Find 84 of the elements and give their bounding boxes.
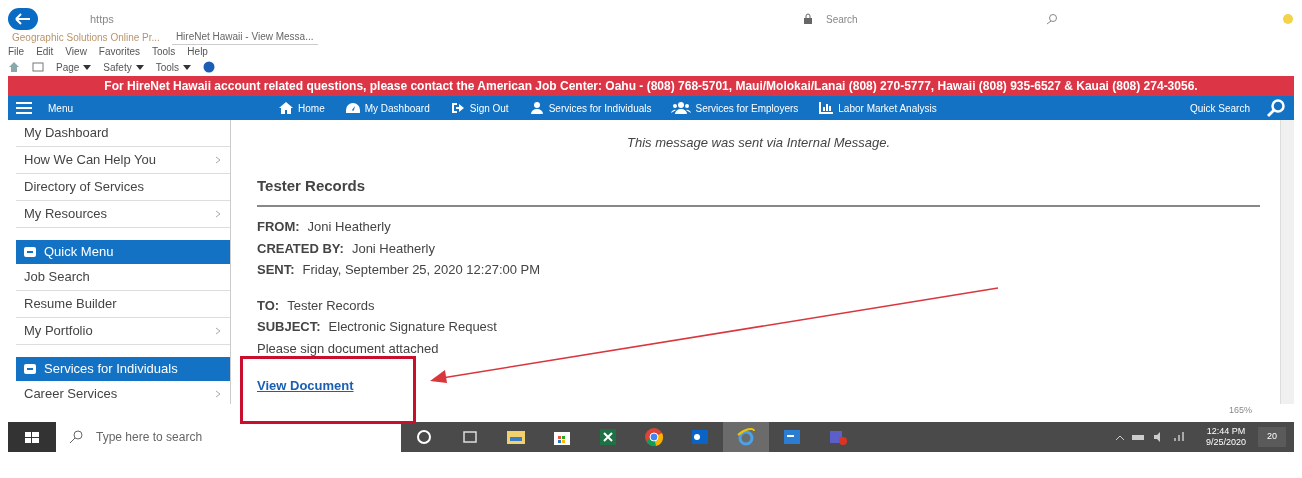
menu-item[interactable]: View (65, 43, 87, 59)
menu-item[interactable]: Edit (36, 43, 54, 59)
folder-icon (506, 429, 526, 445)
field-value: Joni Heatherly (351, 239, 435, 258)
search-field[interactable]: Search (826, 11, 926, 27)
toolbar-menu[interactable]: Page (56, 59, 92, 75)
back-arrow-icon (15, 13, 31, 25)
clock-date[interactable]: 9/25/2020 (1205, 437, 1246, 448)
field-label: FROM: (257, 218, 300, 236)
chevron-right-icon (214, 327, 222, 335)
home-icon (278, 100, 294, 116)
menu-item[interactable]: Favorites (98, 43, 140, 59)
field-label: SUBJECT: (257, 318, 321, 336)
field-value: Friday, September 25, 2020 12:27:00 PM (302, 261, 541, 279)
field-label: TO: (257, 296, 280, 315)
chevron-right-icon (214, 156, 222, 164)
section-title: Services for Individuals (44, 360, 178, 379)
nav-link[interactable]: Services for Individuals (528, 100, 652, 116)
menu-item[interactable]: Tools (152, 43, 176, 59)
nav-link[interactable]: Sign Out (449, 100, 509, 116)
field-label: CREATED BY: (257, 239, 344, 258)
nav-link[interactable]: Services for Employers (671, 100, 799, 116)
field-value: Tester Records (287, 296, 375, 315)
sidebar-item[interactable]: Job Search (16, 264, 230, 291)
windows-icon (24, 429, 40, 445)
back-button[interactable] (8, 8, 38, 30)
field-value: Electronic Signature Request (328, 318, 497, 336)
collapse-icon (24, 246, 36, 258)
sidebar-item[interactable]: Resume Builder (16, 291, 230, 318)
task-view-icon (462, 429, 478, 445)
quick-search-label: Quick Search (1189, 101, 1250, 116)
gauge-icon (344, 100, 361, 116)
search-icon (68, 429, 84, 445)
lock-icon (802, 13, 814, 25)
search-icon[interactable] (1046, 13, 1058, 25)
spreadsheet-icon (598, 427, 618, 447)
message-title: Tester Records (257, 174, 1260, 207)
search-icon[interactable] (1266, 98, 1286, 118)
sidebar-section-header[interactable]: Services for Individuals (16, 357, 230, 381)
browser-icon (644, 427, 664, 447)
menu-label[interactable]: Menu (48, 100, 73, 116)
message-note: This message was sent via Internal Message. (626, 134, 891, 152)
caret-down-icon (83, 63, 92, 71)
sign-out-icon (449, 100, 466, 116)
toolbar-menu[interactable]: Safety (103, 59, 144, 75)
scrollbar[interactable] (1280, 120, 1294, 404)
nav-link[interactable]: Labor Market Analysis (818, 100, 937, 116)
chevron-right-icon (214, 210, 222, 218)
banner-text: For HireNet Hawaii account related questions, please contact the American Job Center: Oahu - (808) 768-5701, Maui/Molokai/Lanai (808) 270-5777, Hawaii (808) 935-6527 & Kauai (808) 274-3056. (104, 79, 1198, 93)
menu-item[interactable]: Help (187, 43, 208, 59)
nav-link[interactable]: My Dashboard (344, 100, 430, 116)
menu-icon[interactable] (16, 102, 32, 114)
clock-time[interactable]: 12:44 PM (1206, 426, 1246, 437)
sidebar-section-header[interactable]: Quick Menu (16, 240, 230, 264)
section-title: Quick Menu (44, 243, 114, 262)
notification-button[interactable]: 20 (1258, 427, 1286, 447)
view-document-link[interactable]: View Document (257, 378, 354, 393)
chevron-right-icon (214, 390, 222, 398)
field-value: Joni Heatherly (307, 218, 391, 236)
menu-item[interactable]: File (8, 43, 25, 59)
caret-down-icon (183, 63, 192, 71)
caret-down-icon (135, 63, 144, 71)
sidebar-item[interactable]: My Resources (16, 201, 230, 228)
zoom-level[interactable]: 165% (1228, 404, 1252, 418)
bar-chart-icon (818, 100, 835, 116)
collapse-icon (24, 363, 36, 375)
person-icon (528, 100, 545, 116)
toolbar-menu[interactable]: Tools (155, 59, 192, 75)
address-bar[interactable]: https (90, 10, 790, 28)
sidebar-item[interactable]: Directory of Services (16, 174, 230, 201)
sidebar-item[interactable]: My Portfolio (16, 318, 230, 345)
browser-tab[interactable]: HireNet Hawaii - View Messa... (171, 29, 318, 45)
field-label: SENT: (257, 261, 295, 279)
sidebar-item[interactable]: Career Services (16, 381, 230, 404)
nav-link[interactable]: Home (278, 100, 325, 116)
start-button[interactable] (8, 422, 56, 452)
message-body: Please sign document attached (257, 339, 440, 358)
mail-icon (690, 427, 710, 447)
people-icon (671, 100, 692, 116)
document-icon (782, 427, 802, 447)
taskbar-search-field[interactable]: Type here to search (96, 428, 296, 446)
sidebar-item[interactable]: How We Can Help You (16, 147, 230, 174)
sidebar-item[interactable]: My Dashboard (16, 120, 230, 147)
circle-icon (416, 429, 432, 445)
